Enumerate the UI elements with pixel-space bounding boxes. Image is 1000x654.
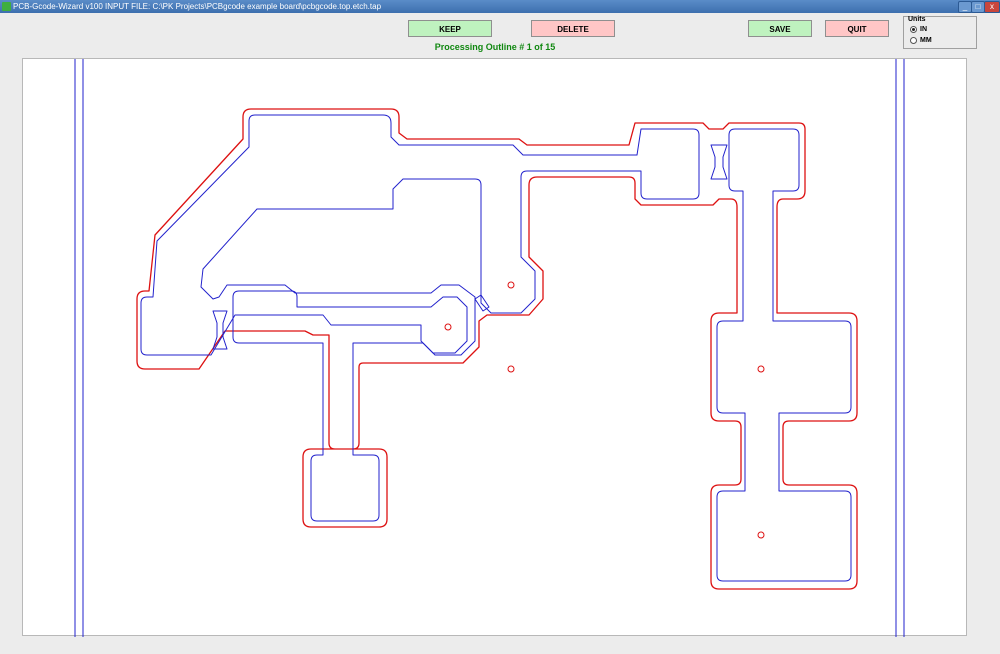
radio-in-icon[interactable] bbox=[910, 26, 917, 33]
quit-button[interactable]: QUIT bbox=[825, 20, 889, 37]
close-button[interactable]: x bbox=[984, 1, 1000, 13]
save-button[interactable]: SAVE bbox=[748, 20, 812, 37]
toolpath-drawing bbox=[74, 59, 905, 637]
title-bar: PCB-Gcode-Wizard v100 INPUT FILE: C:\PK … bbox=[0, 0, 1000, 13]
app-icon bbox=[2, 2, 11, 11]
outline-canvas[interactable] bbox=[22, 58, 967, 637]
units-option-mm[interactable]: MM bbox=[910, 37, 932, 44]
selected-outline-path bbox=[136, 108, 858, 590]
keep-button[interactable]: KEEP bbox=[408, 20, 492, 37]
right-trace-outline bbox=[716, 128, 852, 582]
delete-button[interactable]: DELETE bbox=[531, 20, 615, 37]
processing-status: Processing Outline # 1 of 15 bbox=[434, 42, 556, 52]
units-group: Units IN MM bbox=[903, 16, 977, 49]
units-option-in-label: IN bbox=[920, 26, 927, 33]
minimize-button[interactable]: _ bbox=[958, 1, 972, 13]
drill-hole-3 bbox=[507, 365, 515, 373]
drill-hole-2 bbox=[444, 323, 452, 331]
jumper-left-outline bbox=[212, 310, 228, 350]
maximize-button[interactable]: □ bbox=[971, 1, 985, 13]
window-title: PCB-Gcode-Wizard v100 INPUT FILE: C:\PK … bbox=[13, 2, 382, 11]
drill-hole-5 bbox=[757, 531, 765, 539]
drill-hole-1 bbox=[507, 281, 515, 289]
units-label: Units bbox=[908, 16, 926, 23]
slot-outline bbox=[474, 294, 490, 312]
units-option-in[interactable]: IN bbox=[910, 26, 927, 33]
radio-mm-icon[interactable] bbox=[910, 37, 917, 44]
jumper-right-outline bbox=[710, 144, 728, 180]
drill-hole-4 bbox=[757, 365, 765, 373]
units-option-mm-label: MM bbox=[920, 37, 932, 44]
